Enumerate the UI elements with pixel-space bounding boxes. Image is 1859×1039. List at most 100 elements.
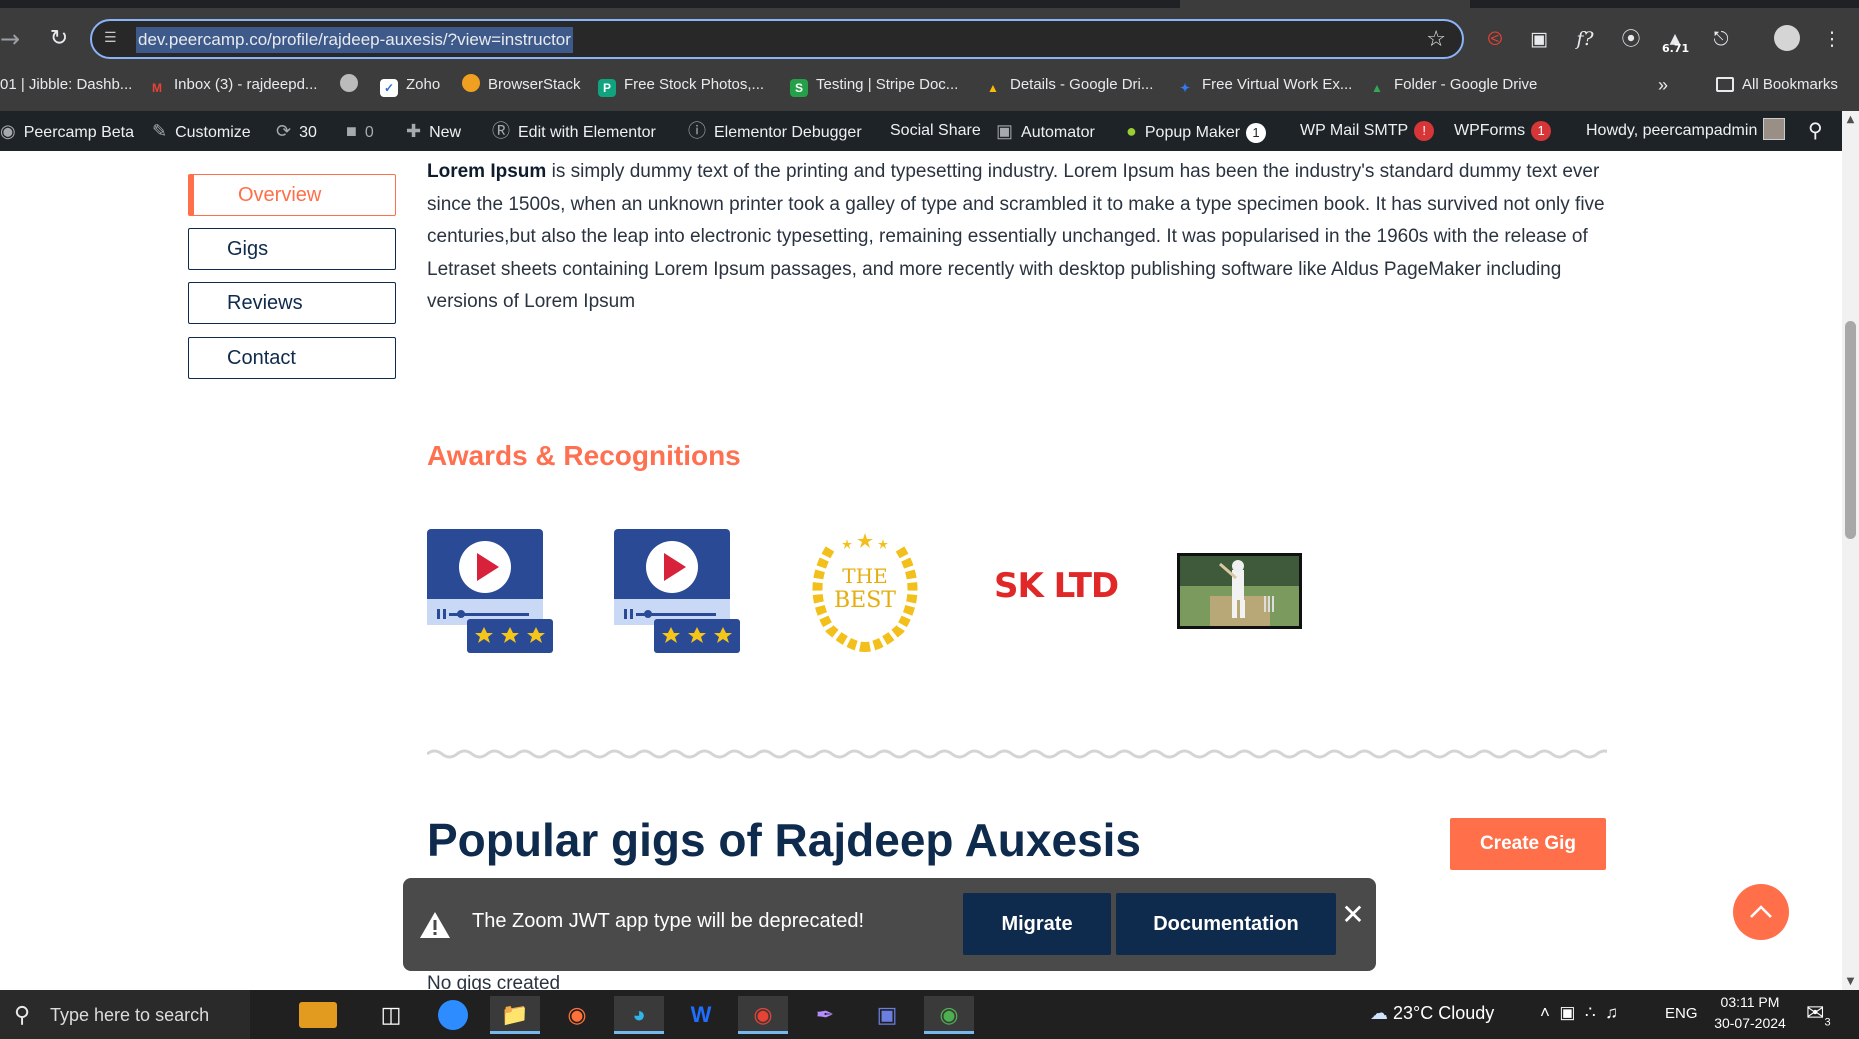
all-bookmarks[interactable]: All Bookmarks [1716,70,1838,100]
bookmark-google-drive-folder[interactable]: ▲ Folder - Google Drive [1368,70,1537,100]
adminbar-automator[interactable]: ▣ Automator [996,111,1095,151]
adminbar-debugger[interactable]: ⓘ Elementor Debugger [688,111,862,151]
documentation-button[interactable]: Documentation [1116,893,1336,955]
migrate-button[interactable]: Migrate [963,893,1111,955]
adminbar-wp-mail-smtp[interactable]: WP Mail SMTP! [1300,111,1435,151]
stripe-icon: S [790,79,808,97]
taskbar-search[interactable]: ⚲ Type here to search [0,990,250,1039]
scrollbar-thumb[interactable] [1845,321,1856,539]
clock-date[interactable]: 30-07-2024 [1710,1015,1790,1031]
pexels-icon: P [598,79,616,97]
scroll-down-arrow-icon[interactable]: ▼ [1842,973,1859,990]
wifi-icon[interactable]: ∴ [1585,1003,1596,1022]
brush-icon: ✎ [152,121,168,141]
chevron-up-icon [1750,905,1772,918]
bookmark-star-icon[interactable]: ☆ [1426,27,1446,52]
award-best-line1: THE [842,564,887,588]
bookmark-virtual-work[interactable]: ✦ Free Virtual Work Ex... [1176,70,1352,100]
cricket-photo-image [1180,556,1299,626]
adminbar-new[interactable]: ✚ New [406,111,461,151]
laurel-wreath-icon: THE BEST [812,533,918,652]
browser-menu-icon[interactable]: ⋮ [1820,24,1844,54]
bookmark-google-drive-details[interactable]: ▲ Details - Google Dri... [984,70,1153,100]
firefox-icon[interactable]: ◉ [552,996,602,1034]
address-bar[interactable]: ☰ dev.peercamp.co/profile/rajdeep-auxesi… [90,19,1464,59]
dropbox-icon: ✦ [1179,81,1191,95]
comment-icon: ■ [346,121,357,141]
edge-icon[interactable]: ◕ [614,996,664,1034]
bookmark-browserstack[interactable]: BrowserStack [462,70,581,100]
reload-icon[interactable]: ↻ [44,24,74,54]
scroll-to-top-button[interactable] [1733,884,1789,940]
bookmarks-overflow-button[interactable]: » [1658,70,1668,100]
close-icon[interactable]: ✕ [1338,900,1368,930]
cast-icon[interactable]: ▣ [1524,24,1554,54]
taskbar-briefcase-app[interactable] [285,996,351,1034]
bookmark-zoho[interactable]: ✓ Zoho [380,70,440,100]
font-extension-icon[interactable]: f? [1570,24,1600,54]
bookmark-globe[interactable] [340,70,366,100]
zoom-app-icon[interactable] [428,996,478,1034]
magnet-extension-icon[interactable]: ⧀ [1480,24,1510,54]
plus-icon: ✚ [406,121,422,141]
bookmark-stripe[interactable]: S Testing | Stripe Doc... [790,70,958,100]
video-rating-icon [614,529,740,653]
award-cricket-photo[interactable] [1177,553,1302,629]
tab-gigs[interactable]: Gigs [188,228,396,270]
zoom-notice-message: The Zoom JWT app type will be deprecated… [472,910,865,932]
chrome-profile-icon[interactable]: ◉ [738,996,788,1034]
adminbar-popup-maker[interactable]: ● Popup Maker 1 [1126,111,1267,151]
feather-app-icon[interactable]: ✒ [800,996,850,1034]
weather-widget[interactable]: ☁ 23°C Cloudy [1370,1003,1494,1024]
volume-icon[interactable]: ♫ [1605,1003,1618,1022]
notification-center-icon[interactable]: ✉3 [1806,1000,1831,1028]
adminbar-comments[interactable]: ■ 0 [346,111,374,151]
adminbar-search-icon[interactable]: ⚲ [1808,111,1823,151]
language-indicator[interactable]: ENG [1665,1005,1698,1022]
compass-extension-icon[interactable]: ⦿ [1616,24,1646,54]
back-arrow-icon[interactable]: → [0,24,30,54]
adminbar-social-share[interactable]: Social Share [890,111,981,151]
create-gig-button[interactable]: Create Gig [1450,818,1606,870]
adminbar-wpforms[interactable]: WPForms 1 [1454,111,1552,151]
award-video-rating-1[interactable] [427,529,553,655]
battery-icon[interactable]: ▣ [1559,1003,1575,1022]
adminbar-updates[interactable]: ⟳ 30 [276,111,317,151]
elementor-icon: Ⓡ [492,121,510,141]
adminbar-account[interactable]: Howdy, peercampadmin [1586,111,1786,151]
adminbar-site[interactable]: ◉ Peercamp Beta [0,111,134,151]
zoom-deprecation-notice: The Zoom JWT app type will be deprecated… [403,878,1376,971]
scroll-up-arrow-icon[interactable]: ▲ [1842,111,1859,128]
file-explorer-icon[interactable]: 📁 [490,996,540,1034]
teams-icon[interactable]: ▣ [862,996,912,1034]
site-info-icon[interactable]: ☰ [104,30,124,48]
about-bold: Lorem Ipsum [427,161,547,182]
bookmark-gmail[interactable]: M Inbox (3) - rajdeepd... [148,70,317,100]
tray-chevron-icon[interactable]: ˄ [1540,1003,1550,1022]
clock-time[interactable]: 03:11 PM [1720,994,1780,1010]
page-scrollbar[interactable]: ▲ ▼ [1842,111,1859,990]
profile-avatar-icon[interactable] [1772,24,1802,54]
tab-contact[interactable]: Contact [188,337,396,379]
adminbar-customize[interactable]: ✎ Customize [152,111,251,151]
award-sk-ltd-logo[interactable]: SK LTD [994,566,1119,606]
tab-reviews[interactable]: Reviews [188,282,396,324]
award-the-best[interactable]: THE BEST [800,529,930,655]
tab-overview[interactable]: Overview [188,174,396,216]
bookmark-stock-photos[interactable]: P Free Stock Photos,... [598,70,764,100]
task-view-icon[interactable]: ◫ [366,996,416,1034]
video-rating-icon [427,529,553,653]
about-body: is simply dummy text of the printing and… [427,161,1605,313]
robot-icon: ▣ [996,121,1014,141]
url-text[interactable]: dev.peercamp.co/profile/rajdeep-auxesis/… [136,27,573,53]
award-best-line2: BEST [834,588,896,613]
bookmark-jibble[interactable]: 01 | Jibble: Dashb... [0,70,132,100]
chrome-icon[interactable]: ◉ [924,996,974,1034]
extensions-puzzle-icon[interactable]: ⎋ [1706,24,1736,54]
info-icon: ⓘ [688,121,706,141]
wave-app-icon[interactable]: W [676,996,726,1034]
award-video-rating-2[interactable] [614,529,740,655]
system-tray[interactable]: ˄ ▣ ∴ ♫ [1540,1003,1618,1023]
windows-taskbar: ⚲ Type here to search ◫ 📁 ◉ ◕ W ◉ ✒ ▣ ◉ … [0,990,1859,1039]
adminbar-elementor[interactable]: Ⓡ Edit with Elementor [492,111,656,151]
